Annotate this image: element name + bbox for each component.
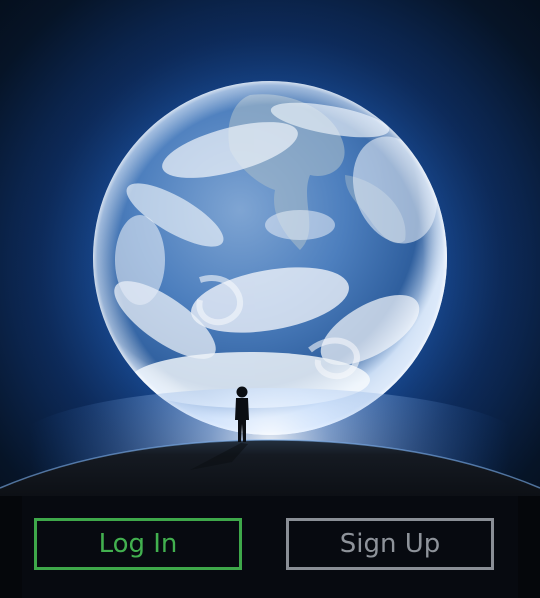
login-button-label: Log In (98, 529, 178, 559)
signup-button-label: Sign Up (339, 529, 441, 559)
auth-button-bar: Log In Sign Up (22, 496, 518, 598)
welcome-screen: Log In Sign Up (0, 0, 540, 598)
signup-button[interactable]: Sign Up (286, 518, 494, 570)
hero-image (0, 0, 540, 500)
auth-footer: Log In Sign Up (0, 496, 540, 598)
hero-illustration (0, 0, 540, 500)
login-button[interactable]: Log In (34, 518, 242, 570)
